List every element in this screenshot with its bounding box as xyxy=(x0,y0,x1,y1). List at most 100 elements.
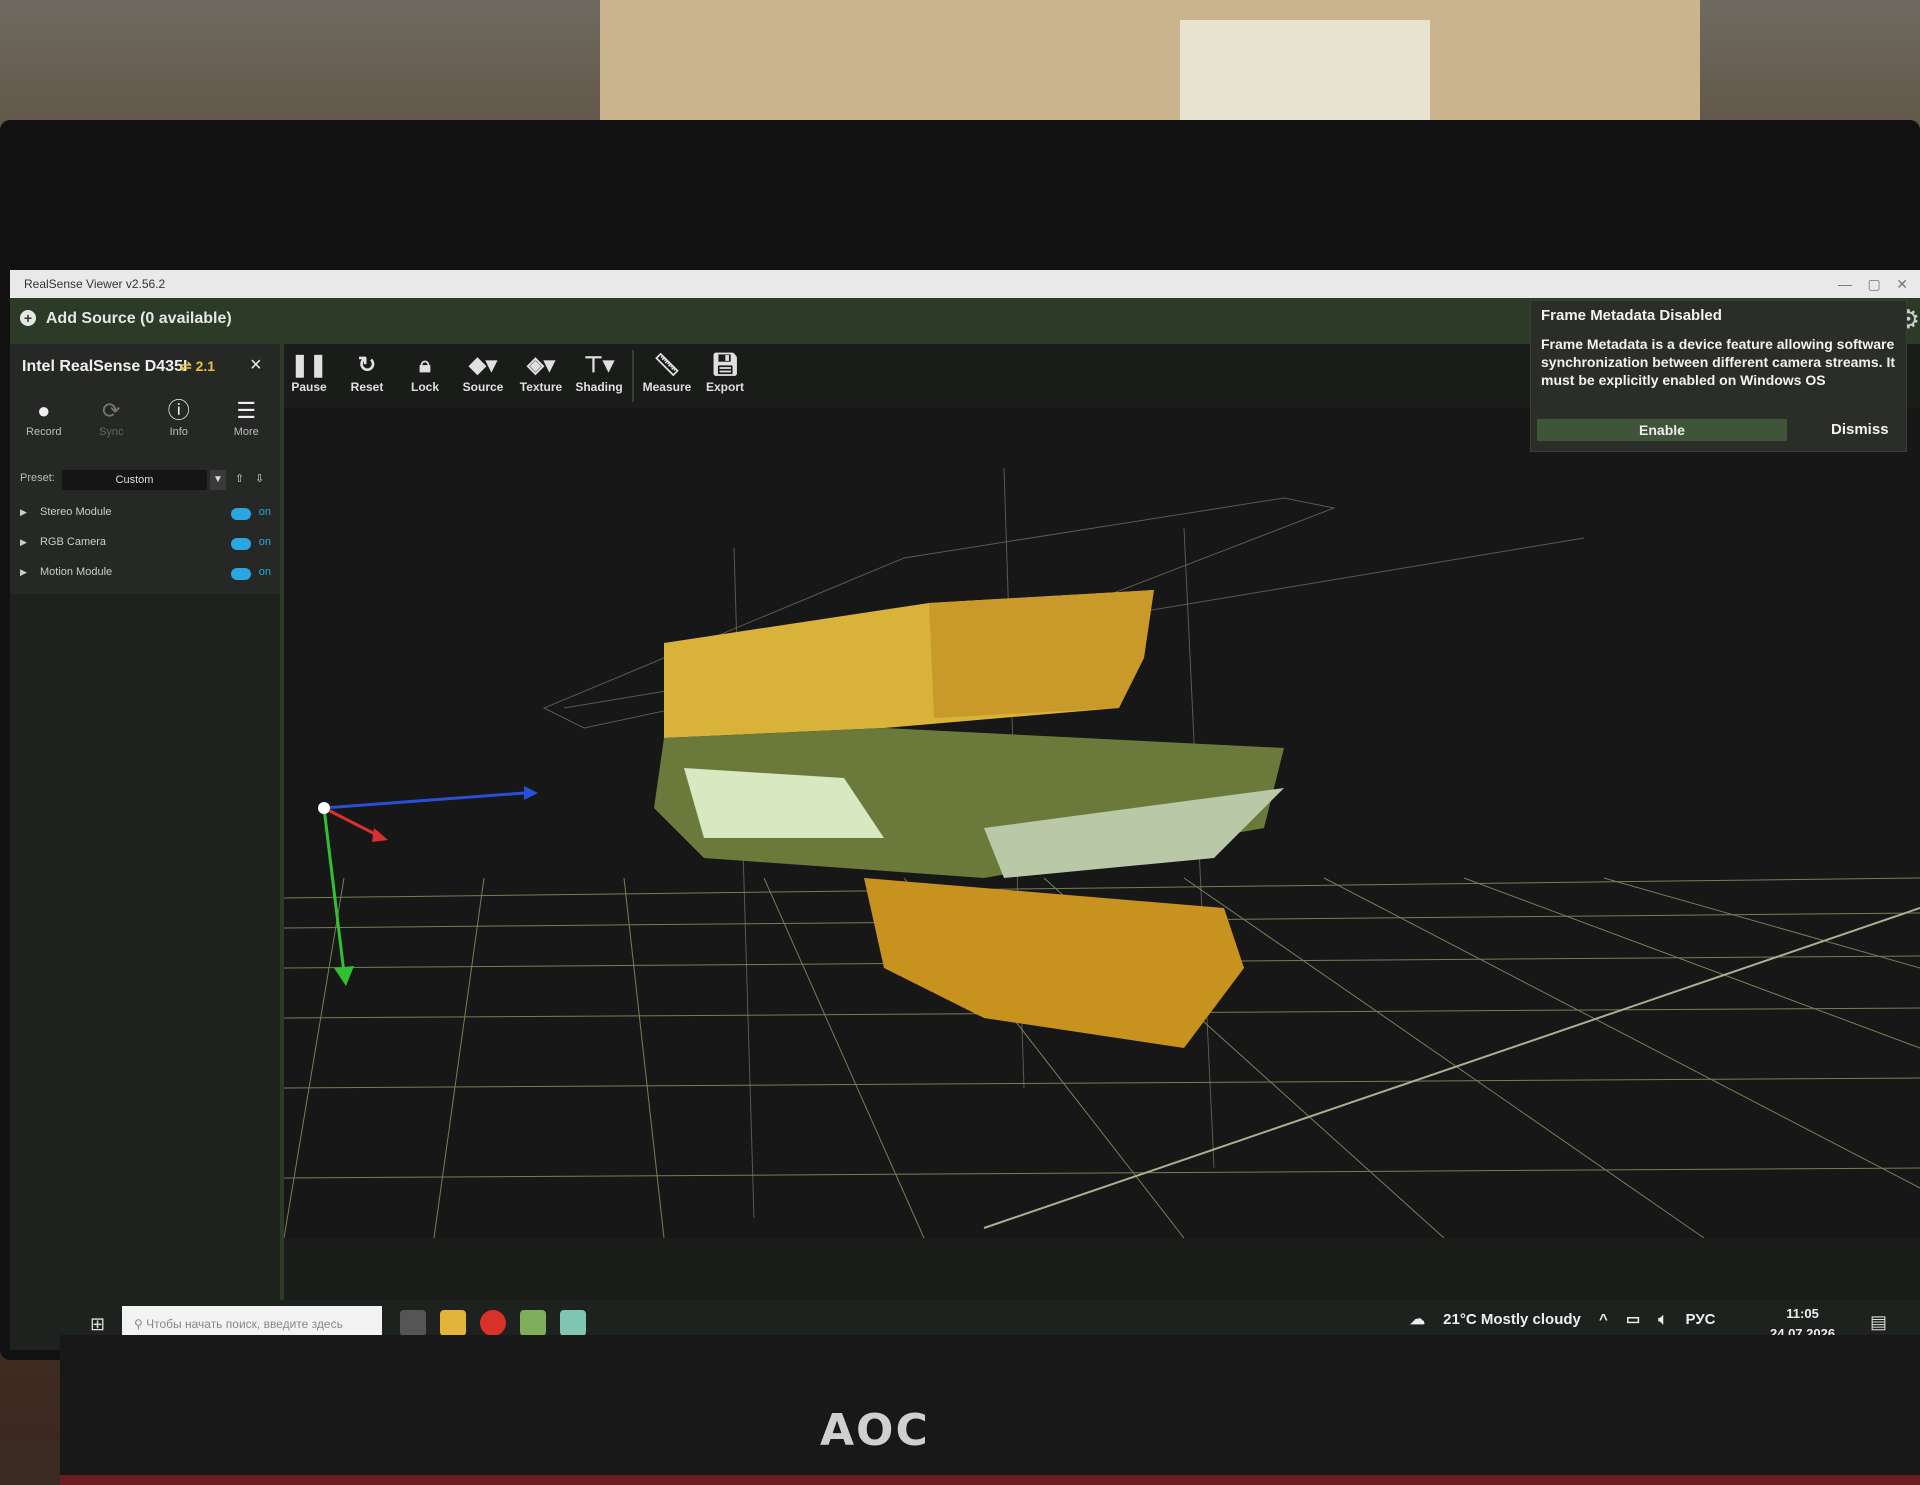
module-label: Motion Module xyxy=(39,566,113,578)
network-icon[interactable]: ▭ xyxy=(1626,1311,1640,1328)
expand-icon[interactable]: ▶ xyxy=(20,537,27,547)
measure-button[interactable]: 📏︎ Measure xyxy=(638,344,696,408)
texture-label: Texture xyxy=(519,380,563,394)
axis-gizmo xyxy=(318,786,538,986)
close-button[interactable]: ✕ xyxy=(1896,276,1908,292)
paint-bucket-icon: ◈▾ xyxy=(527,352,555,377)
more-label: More xyxy=(233,426,259,438)
expand-icon[interactable]: ▶ xyxy=(20,567,27,577)
module-state: on xyxy=(258,536,271,548)
device-buttons: ● Record ⟳ Sync ⓘ Info ☰ More xyxy=(10,396,280,438)
pause-button[interactable]: ❚❚ Pause xyxy=(280,344,338,408)
record-label: Record xyxy=(26,426,62,438)
volume-icon[interactable]: 🔈︎ xyxy=(1658,1311,1667,1328)
info-button[interactable]: ⓘ Info xyxy=(149,396,209,438)
app-icon[interactable] xyxy=(520,1310,546,1336)
lock-button[interactable]: 🔒︎ Lock xyxy=(396,344,454,408)
add-source-button[interactable]: + Add Source (0 available) xyxy=(20,310,232,328)
module-label: Stereo Module xyxy=(39,506,112,518)
sync-label: Sync xyxy=(99,426,124,438)
system-tray: ☁ 21°C Mostly cloudy ^ ▭ 🔈︎ РУС xyxy=(1410,1310,1730,1328)
weather-icon[interactable]: ☁ xyxy=(1410,1311,1425,1328)
opera-browser-icon[interactable] xyxy=(480,1310,506,1336)
monitor: RealSense Viewer v2.56.2 — ▢ ✕ + Add Sou… xyxy=(0,120,1920,1485)
texture-button[interactable]: ◈▾ Texture xyxy=(512,344,570,408)
viewer-toolbar: ❚❚ Pause ↻ Reset 🔒︎ Lock ◆▾ Source ◈▾ Te… xyxy=(280,344,754,408)
window-controls[interactable]: — ▢ ✕ xyxy=(1838,270,1908,298)
export-button[interactable]: 💾︎ Export xyxy=(696,344,754,408)
chevron-up-icon[interactable]: ^ xyxy=(1599,1311,1608,1328)
y-axis xyxy=(322,807,346,974)
export-label: Export xyxy=(705,380,744,394)
shading-button[interactable]: ⊤▾ Shading xyxy=(570,344,628,408)
module-stereo[interactable]: ▶ Stereo Module on xyxy=(20,506,275,528)
sync-button[interactable]: ⟳ Sync xyxy=(81,396,141,438)
point-cloud-scene xyxy=(283,467,1920,1239)
module-rgb-camera[interactable]: ▶ RGB Camera on xyxy=(20,536,275,558)
maximize-button[interactable]: ▢ xyxy=(1867,276,1880,292)
pause-icon: ❚❚ xyxy=(290,352,328,377)
screen: RealSense Viewer v2.56.2 — ▢ ✕ + Add Sou… xyxy=(10,270,1920,1350)
lock-label: Lock xyxy=(410,380,439,394)
file-explorer-icon[interactable] xyxy=(440,1310,466,1336)
close-device-button[interactable]: × xyxy=(250,354,262,377)
module-label: RGB Camera xyxy=(39,536,107,548)
source-button[interactable]: ◆▾ Source xyxy=(454,344,512,408)
box-front-right xyxy=(929,590,1154,718)
module-motion[interactable]: ▶ Motion Module on xyxy=(20,566,275,588)
upload-icon[interactable]: ⇧ xyxy=(235,472,244,485)
menu-icon: ☰ xyxy=(236,398,257,423)
reset-label: Reset xyxy=(350,380,384,394)
notification-center-icon[interactable]: ▤ xyxy=(1870,1312,1887,1333)
record-icon: ● xyxy=(37,398,51,423)
usb-icon: ⇌ xyxy=(180,358,192,374)
more-button[interactable]: ☰ More xyxy=(216,396,276,438)
weather-text[interactable]: 21°C Mostly cloudy xyxy=(1443,1311,1581,1328)
toggle-switch[interactable] xyxy=(231,508,251,520)
window-title: RealSense Viewer v2.56.2 xyxy=(24,277,166,291)
x-axis-arrow xyxy=(524,786,538,800)
monitor-bezel xyxy=(60,1335,1920,1485)
preset-select[interactable]: Custom xyxy=(62,470,207,490)
info-label: Info xyxy=(169,426,188,438)
measure-label: Measure xyxy=(642,380,692,394)
reset-icon: ↻ xyxy=(357,352,377,377)
info-icon: ⓘ xyxy=(167,398,190,423)
reset-button[interactable]: ↻ Reset xyxy=(338,344,396,408)
preset-row: Preset: Custom ▼ ⇧ ⇩ xyxy=(20,470,270,492)
paint-roller-icon: ⊤▾ xyxy=(583,352,615,377)
z-axis xyxy=(323,806,380,838)
point-cloud xyxy=(654,590,1284,1048)
module-state: on xyxy=(258,566,271,578)
source-label: Source xyxy=(462,380,504,394)
enable-button[interactable]: Enable xyxy=(1537,419,1787,441)
toggle-switch[interactable] xyxy=(231,568,251,580)
record-button[interactable]: ● Record xyxy=(14,396,74,438)
metadata-notification: Frame Metadata Disabled Frame Metadata i… xyxy=(1530,300,1907,452)
task-view-icon[interactable] xyxy=(400,1310,426,1336)
dismiss-button[interactable]: Dismiss xyxy=(1831,421,1889,438)
device-sidebar: Intel RealSense D435I ⇌ 2.1 × ● Record ⟳… xyxy=(10,344,284,1350)
expand-icon[interactable]: ▶ xyxy=(20,507,27,517)
clock-time: 11:05 xyxy=(1786,1306,1819,1321)
preset-label: Preset: xyxy=(20,472,55,484)
download-icon[interactable]: ⇩ xyxy=(255,472,264,485)
usb-indicator: ⇌ 2.1 xyxy=(180,358,215,375)
windows-start-icon[interactable]: ⊞ xyxy=(90,1314,105,1335)
save-icon: 💾︎ xyxy=(711,352,739,377)
realsense-viewer-taskbar-icon[interactable] xyxy=(560,1310,586,1336)
lock-icon: 🔒︎ xyxy=(419,352,431,377)
y-axis-arrow xyxy=(334,966,354,986)
language-indicator[interactable]: РУС xyxy=(1686,1311,1716,1328)
plus-icon: + xyxy=(20,310,36,326)
toggle-switch[interactable] xyxy=(231,538,251,550)
notification-title: Frame Metadata Disabled xyxy=(1541,307,1722,324)
chevron-down-icon[interactable]: ▼ xyxy=(210,470,226,490)
cloud-reflection xyxy=(864,878,1244,1048)
pause-label: Pause xyxy=(291,380,327,394)
device-name: Intel RealSense D435I xyxy=(22,358,188,375)
x-axis xyxy=(323,791,525,810)
3d-viewport[interactable] xyxy=(283,408,1920,1239)
module-state: on xyxy=(258,506,271,518)
minimize-button[interactable]: — xyxy=(1838,276,1852,292)
